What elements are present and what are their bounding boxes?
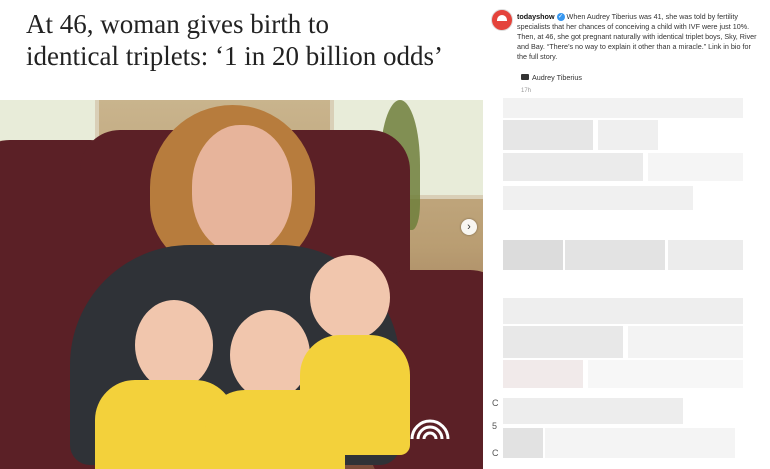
avatar[interactable] [491,9,513,31]
side-glyph: C [492,448,499,458]
instagram-post-panel: todayshow ✓ When Audrey Tiberius was 41,… [483,0,770,469]
pixel-block [503,98,743,118]
side-glyph: 5 [492,421,498,431]
pixel-block [648,153,743,181]
pixel-block [628,326,743,358]
pixel-block [503,240,563,270]
pixel-block [503,398,683,424]
username-link[interactable]: todayshow [517,12,555,21]
pixel-block [668,240,743,270]
camera-icon [521,74,529,80]
headline-line-2: identical triplets: ‘1 in 20 billion odd… [26,41,443,71]
photo-credit: Audrey Tiberius [521,73,582,82]
pixel-block [598,120,658,150]
post-caption: todayshow ✓ When Audrey Tiberius was 41,… [517,12,762,62]
timestamp: 17h [521,88,532,94]
pixel-block [503,428,543,458]
pixel-block [503,298,743,324]
pixelated-comments-area [483,98,770,469]
pixel-block [503,153,643,181]
pixel-block [503,186,693,210]
pixel-block [503,360,583,388]
pixel-block [565,240,665,270]
credit-name: Audrey Tiberius [532,73,582,82]
side-glyph: C [492,398,499,408]
baby-shirt [300,335,410,455]
pixel-block [503,120,593,150]
verified-badge-icon: ✓ [556,13,565,22]
article-headline: At 46, woman gives birth to identical tr… [26,8,476,72]
baby-head [310,255,390,340]
pixel-block [503,326,623,358]
baby-head [230,310,310,400]
pixel-block [545,428,735,458]
headline-line-1: At 46, woman gives birth to [26,9,329,39]
woman-face [192,125,292,253]
next-slide-button[interactable]: › [461,219,477,235]
window-left [0,100,99,144]
baby-head [135,300,213,390]
triplets-photo [0,100,483,469]
today-logo-icon [410,419,450,440]
pixel-block [588,360,743,388]
